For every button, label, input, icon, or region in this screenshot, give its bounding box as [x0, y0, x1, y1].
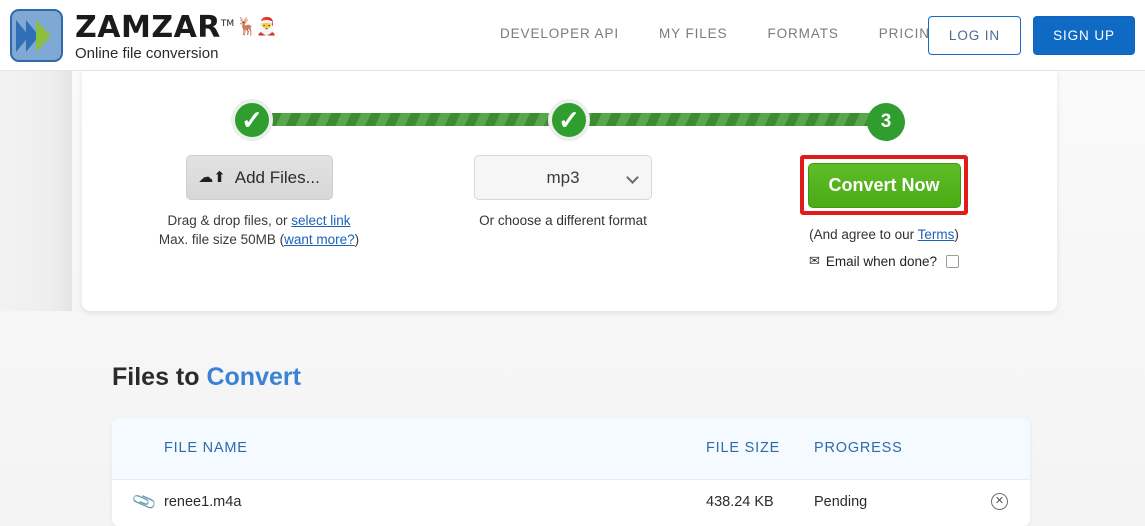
email-when-done-label: Email when done? — [825, 253, 937, 269]
cloud-upload-icon: ☁⬆ — [198, 169, 226, 186]
cell-file-size: 438.24 KB — [706, 494, 774, 510]
select-link[interactable]: select link — [291, 213, 350, 228]
converter-card: ✓ ✓ 3 ☁⬆ Add Files... Drag & drop files,… — [82, 71, 1057, 311]
terms-note: (And agree to our Terms) — [734, 227, 1034, 242]
step-1-complete-icon: ✓ — [231, 99, 273, 141]
nav-item-formats[interactable]: FORMATS — [767, 26, 838, 41]
page-title: Files to Convert — [112, 363, 301, 392]
step-2-column: mp3 Or choose a different format — [404, 155, 722, 228]
page-title-prefix: Files to — [112, 363, 207, 391]
login-button[interactable]: LOG IN — [928, 16, 1021, 55]
brand-text: ZAMZARTM Online file conversion 🦌 🎅 — [75, 8, 277, 63]
hint-line2-suffix: ) — [354, 232, 360, 247]
upload-hint: Drag & drop files, or select link Max. f… — [118, 211, 400, 249]
check-icon: ✓ — [558, 105, 580, 135]
signup-button[interactable]: SIGN UP — [1033, 16, 1135, 55]
brand-tagline: Online file conversion — [75, 45, 219, 62]
hint-line1-prefix: Drag & drop files, or — [167, 213, 292, 228]
terms-suffix: ) — [954, 227, 959, 242]
cell-progress: Pending — [814, 494, 868, 510]
nav-item-my-files[interactable]: MY FILES — [659, 26, 727, 41]
column-header-progress: PROGRESS — [814, 440, 903, 456]
nav-item-developer-api[interactable]: DEVELOPER API — [500, 26, 619, 41]
logo-chevron-green — [35, 19, 51, 52]
mascot-group: 🦌 🎅 — [236, 16, 278, 40]
terms-link[interactable]: Terms — [918, 227, 955, 242]
page-root: ZAMZARTM Online file conversion 🦌 🎅 DEVE… — [0, 0, 1145, 526]
hint-line2-prefix: Max. file size 50MB ( — [158, 232, 285, 247]
cell-file-name: renee1.m4a — [164, 494, 242, 510]
paperclip-icon: 📎 — [130, 488, 158, 515]
remove-circle-icon[interactable]: ✕ — [991, 493, 1008, 510]
add-files-button[interactable]: ☁⬆ Add Files... — [185, 155, 333, 200]
step-3-column: Convert Now (And agree to our Terms) ✉ E… — [734, 155, 1034, 269]
add-files-label: Add Files... — [234, 167, 320, 187]
brand-title-text: ZAMZAR — [75, 10, 221, 45]
convert-now-highlight: Convert Now — [800, 155, 968, 215]
envelope-icon: ✉ — [809, 253, 820, 268]
files-table: FILE NAME FILE SIZE PROGRESS 📎 renee1.m4… — [112, 418, 1030, 526]
check-icon: ✓ — [241, 105, 263, 135]
reindeer-icon: 🦌 — [236, 17, 258, 36]
table-row: 📎 renee1.m4a 438.24 KB Pending ✕ — [112, 480, 1030, 526]
email-when-done-checkbox[interactable] — [945, 254, 959, 268]
column-header-file-size: FILE SIZE — [706, 440, 781, 456]
email-when-done-row: ✉ Email when done? — [734, 253, 1034, 269]
chevron-down-icon — [626, 171, 639, 184]
santa-icon: 🎅 — [256, 17, 278, 36]
left-rail — [0, 71, 72, 311]
step-1-column: ☁⬆ Add Files... Drag & drop files, or se… — [118, 155, 400, 249]
format-select-value: mp3 — [546, 167, 580, 187]
column-header-file-name: FILE NAME — [164, 440, 248, 456]
want-more-link[interactable]: want more? — [284, 232, 355, 247]
convert-now-button[interactable]: Convert Now — [807, 162, 961, 208]
format-select[interactable]: mp3 — [474, 155, 652, 200]
progress-track-2 — [572, 113, 892, 126]
double-chevron-logo-icon — [10, 9, 63, 62]
page-title-accent: Convert — [206, 363, 301, 391]
terms-prefix: (And agree to our — [809, 227, 918, 242]
step-3-current-badge: 3 — [867, 103, 905, 141]
site-header: ZAMZARTM Online file conversion 🦌 🎅 DEVE… — [0, 0, 1145, 71]
format-sub-label: Or choose a different format — [479, 213, 647, 228]
brand-title: ZAMZARTM — [75, 8, 234, 44]
progress-track-1 — [252, 113, 592, 126]
brand-logo[interactable]: ZAMZARTM Online file conversion 🦌 🎅 — [10, 8, 277, 63]
step-2-complete-icon: ✓ — [548, 99, 590, 141]
trademark-symbol: TM — [220, 19, 235, 29]
step-progress-bar: ✓ ✓ 3 — [82, 71, 1057, 151]
auth-buttons: LOG IN SIGN UP — [928, 16, 1135, 55]
table-header-row: FILE NAME FILE SIZE PROGRESS — [112, 418, 1030, 480]
